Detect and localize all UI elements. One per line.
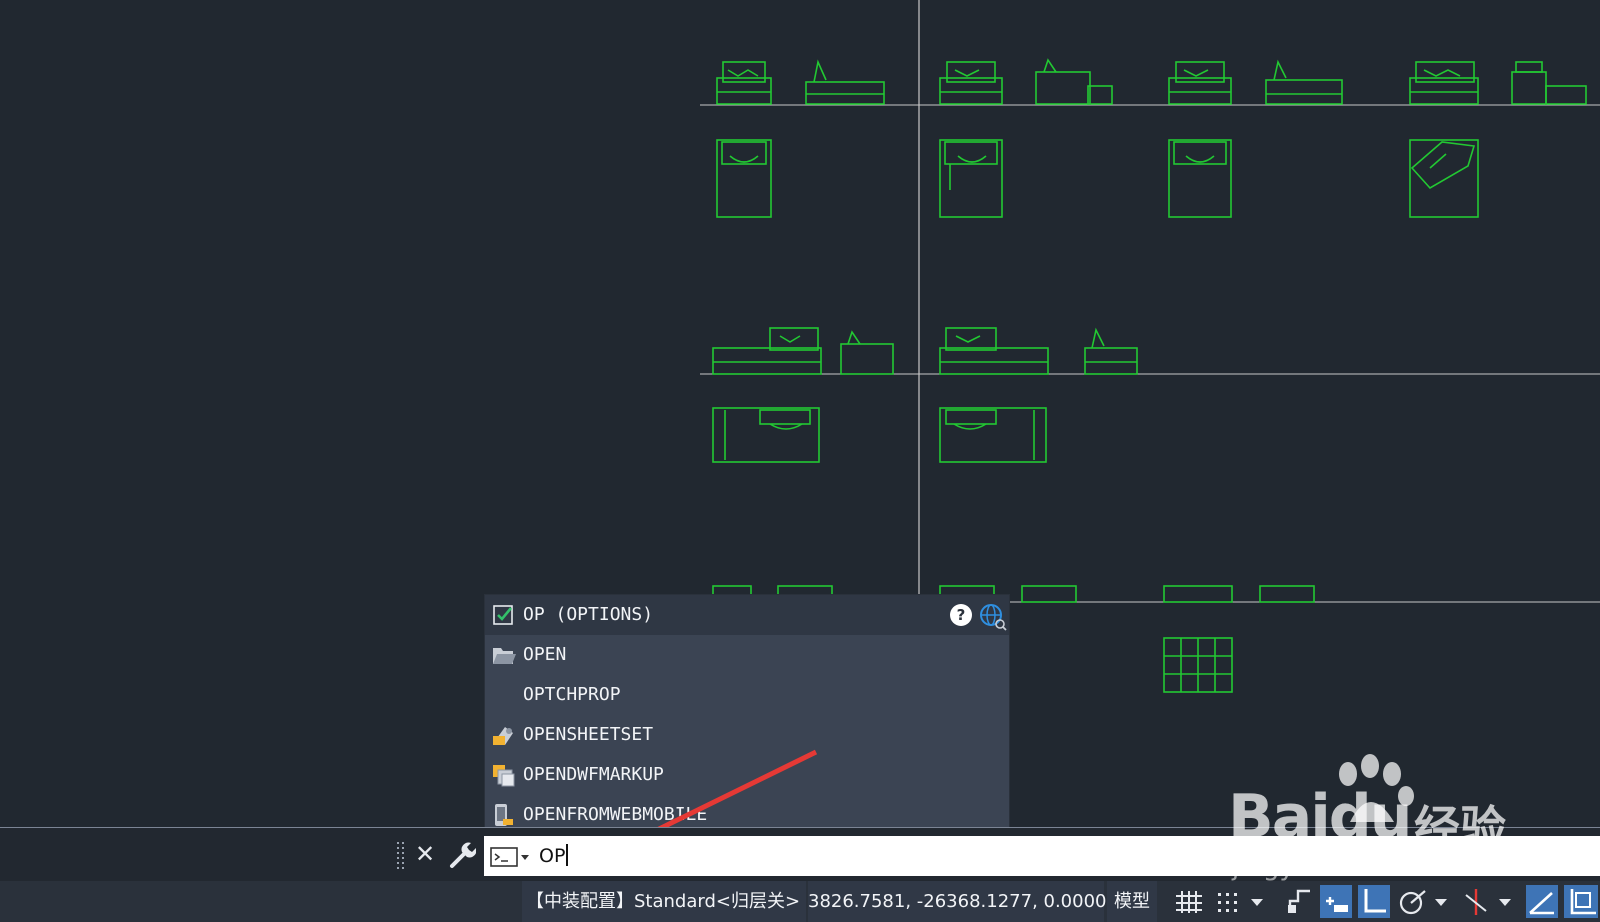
status-bar: 【中装配置】Standard<归层关> 3826.7581, -26368.12… — [0, 881, 1600, 922]
coordinate-readout[interactable]: 3826.7581, -26368.1277, 0.0000 — [808, 881, 1107, 922]
grid-display-icon[interactable] — [1172, 885, 1204, 918]
drag-handle-icon[interactable] — [396, 842, 406, 870]
close-command-icon[interactable]: ✕ — [413, 840, 437, 868]
chevron-down-icon[interactable] — [1246, 885, 1268, 918]
watermark-url: jingyan.baidu.com — [1232, 852, 1472, 882]
infer-constraints-icon[interactable] — [1284, 885, 1316, 918]
ortho-mode-icon[interactable] — [1358, 885, 1390, 918]
command-prompt-icon[interactable] — [490, 846, 532, 868]
snap-mode-icon[interactable] — [1212, 885, 1244, 918]
watermark-logo-text: Baidu — [1228, 782, 1412, 852]
command-input-text: OP — [539, 845, 566, 867]
polar-tracking-icon[interactable] — [1396, 885, 1428, 918]
baidu-watermark: Baidu 经验 jingyan.baidu.com — [1228, 752, 1528, 882]
object-snap-tracking-icon[interactable] — [1526, 885, 1558, 918]
chevron-down-icon[interactable] — [1494, 885, 1516, 918]
text-caret — [566, 844, 569, 866]
watermark-cn-text: 经验 — [1414, 801, 1506, 855]
object-snap-icon[interactable] — [1564, 885, 1598, 918]
isometric-drafting-icon[interactable] — [1460, 885, 1492, 918]
model-space-tab[interactable]: 模型 — [1107, 881, 1157, 922]
drawing-config-status[interactable]: 【中装配置】Standard<归层关> — [522, 881, 806, 922]
chevron-down-icon[interactable] — [1430, 885, 1452, 918]
customize-wrench-icon[interactable] — [446, 840, 476, 870]
dynamic-input-icon[interactable] — [1320, 885, 1352, 918]
